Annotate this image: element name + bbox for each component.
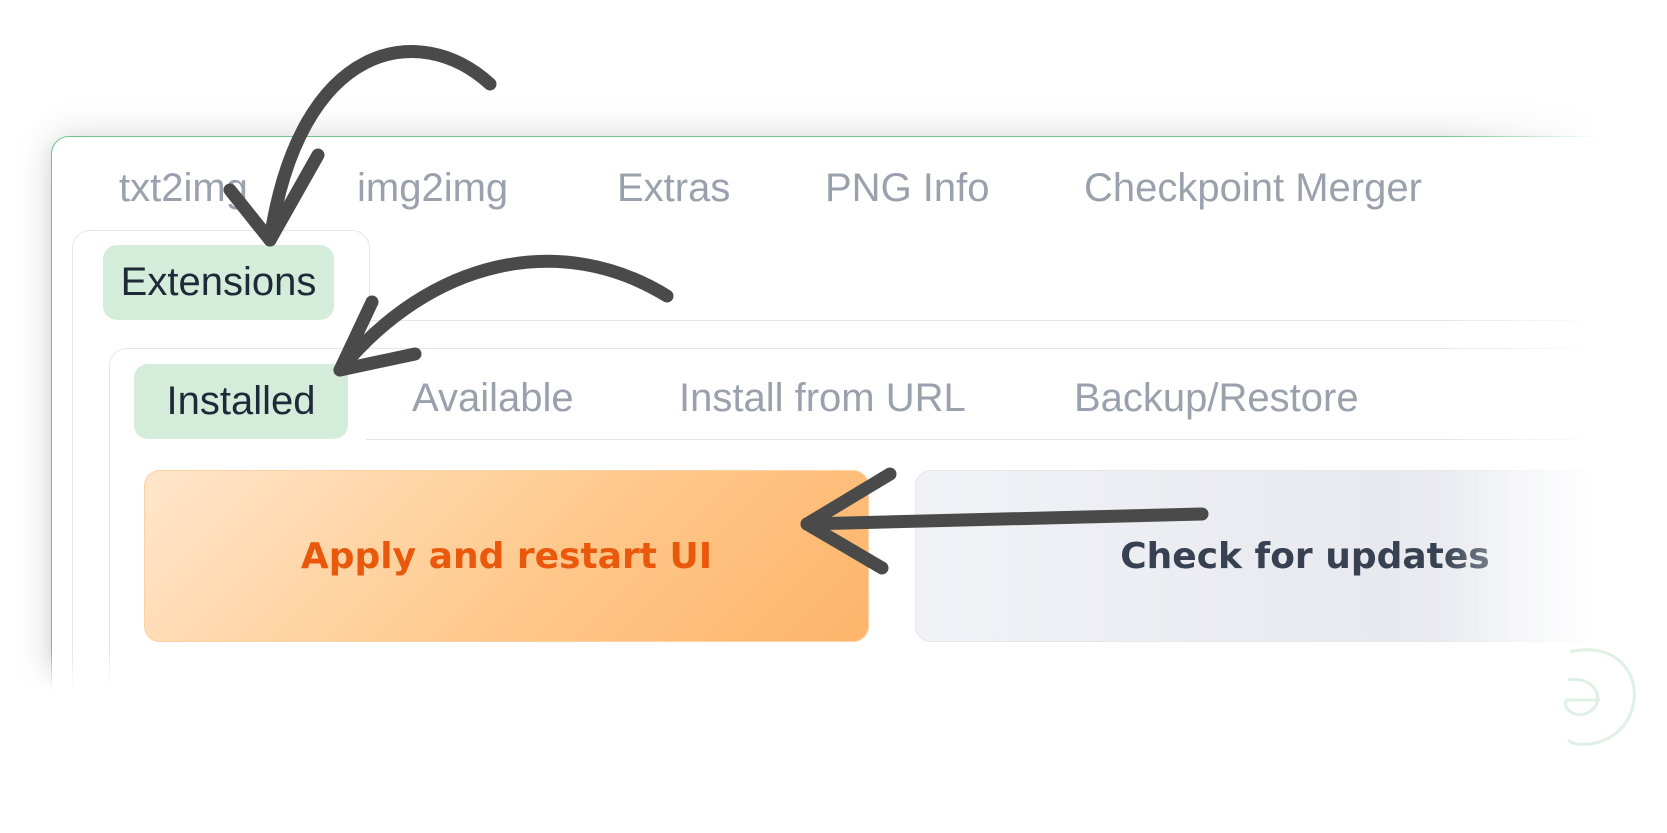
tab-txt2img[interactable]: txt2img <box>119 162 248 214</box>
tab-install-from-url[interactable]: Install from URL <box>679 372 966 424</box>
tab-img2img[interactable]: img2img <box>357 162 508 214</box>
apply-and-restart-button[interactable]: Apply and restart UI <box>144 470 869 642</box>
tab-png-info[interactable]: PNG Info <box>825 162 990 214</box>
tab-available[interactable]: Available <box>412 372 574 424</box>
tab-extensions[interactable]: Extensions <box>103 245 334 320</box>
tab-backup-restore[interactable]: Backup/Restore <box>1074 372 1359 424</box>
screenshot-stage: txt2img img2img Extras PNG Info Checkpoi… <box>0 0 1667 833</box>
tab-extras[interactable]: Extras <box>617 162 730 214</box>
check-for-updates-button[interactable]: Check for updates <box>915 470 1667 642</box>
subtab-divider <box>366 439 1666 440</box>
tab-checkpoint-merger[interactable]: Checkpoint Merger <box>1084 162 1422 214</box>
tab-divider <box>368 320 1667 321</box>
tab-installed[interactable]: Installed <box>134 364 348 439</box>
